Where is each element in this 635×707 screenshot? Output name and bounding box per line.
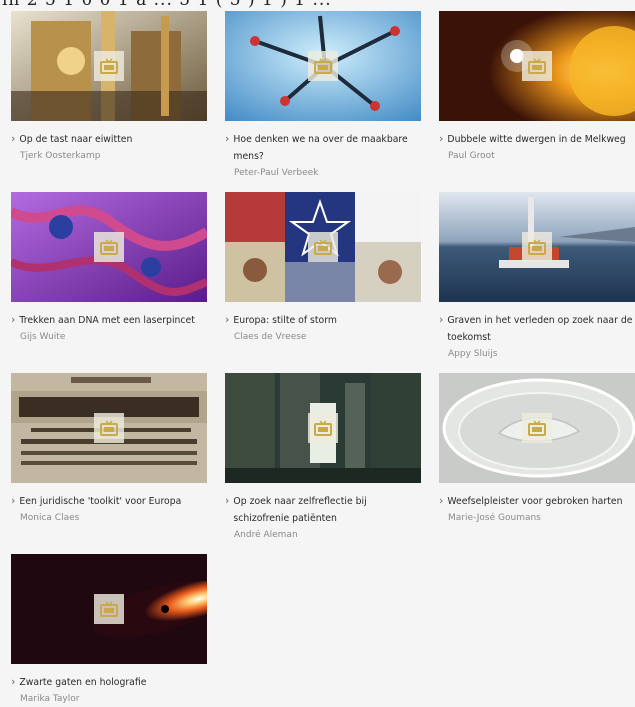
chevron-right-icon: › — [225, 494, 230, 507]
tv-play-icon[interactable] — [94, 232, 124, 262]
chevron-right-icon: › — [11, 313, 16, 326]
video-thumbnail[interactable] — [225, 11, 421, 121]
tv-play-icon[interactable] — [522, 51, 552, 81]
tv-play-icon[interactable] — [94, 413, 124, 443]
author-name: Gijs Wuite — [20, 332, 66, 342]
video-thumbnail[interactable] — [439, 11, 635, 121]
chevron-right-icon: › — [11, 675, 16, 688]
author-name: Tjerk Oosterkamp — [20, 151, 101, 161]
video-thumbnail[interactable] — [11, 554, 207, 664]
video-thumbnail[interactable] — [11, 11, 207, 121]
video-title-link[interactable]: › Op zoek naar zelfreflectie bij schizof… — [225, 493, 421, 527]
video-title-link[interactable]: › Dubbele witte dwergen in de Melkweg — [439, 131, 635, 148]
video-title-link[interactable]: › Zwarte gaten en holografie — [11, 674, 207, 691]
video-title-link[interactable]: › Een juridische 'toolkit' voor Europa — [11, 493, 207, 510]
video-card: › Op de tast naar eiwitten Tjerk Oosterk… — [11, 11, 207, 164]
video-card: › Trekken aan DNA met een laserpincet Gi… — [11, 192, 207, 345]
tv-play-icon[interactable] — [522, 413, 552, 443]
video-thumbnail[interactable] — [439, 192, 635, 302]
video-card: › Een juridische 'toolkit' voor Europa M… — [11, 373, 207, 526]
chevron-right-icon: › — [439, 494, 444, 507]
tv-play-icon[interactable] — [308, 51, 338, 81]
author-name: Appy Sluijs — [448, 349, 498, 359]
tv-play-icon[interactable] — [308, 413, 338, 443]
video-title-link[interactable]: › Trekken aan DNA met een laserpincet — [11, 312, 207, 329]
chevron-right-icon: › — [11, 132, 16, 145]
tv-play-icon[interactable] — [308, 232, 338, 262]
video-thumbnail[interactable] — [11, 373, 207, 483]
author-name: Peter-Paul Verbeek — [234, 168, 319, 178]
author-name: Claes de Vreese — [234, 332, 307, 342]
video-title-link[interactable]: › Europa: stilte of storm — [225, 312, 421, 329]
video-thumbnail[interactable] — [225, 373, 421, 483]
chevron-right-icon: › — [225, 132, 230, 145]
author-name: Paul Groot — [448, 151, 495, 161]
chevron-right-icon: › — [225, 313, 230, 326]
video-card: › Weefselpleister voor gebroken harten M… — [439, 373, 635, 526]
video-title-link[interactable]: › Op de tast naar eiwitten — [11, 131, 207, 148]
chevron-right-icon: › — [439, 313, 444, 326]
chevron-right-icon: › — [11, 494, 16, 507]
tv-play-icon[interactable] — [94, 51, 124, 81]
author-name: Monica Claes — [20, 513, 80, 523]
video-card: › Op zoek naar zelfreflectie bij schizof… — [225, 373, 421, 543]
video-card: › Graven in het verleden op zoek naar de… — [439, 192, 635, 362]
author-name: Marika Taylor — [20, 694, 80, 704]
cut-off-header-text: in 2 5 1 0 0 1 a ... 5 1 ( 5 ) 1 ) 1 ... — [0, 0, 635, 9]
tv-play-icon[interactable] — [94, 594, 124, 624]
video-card: › Europa: stilte of storm Claes de Vrees… — [225, 192, 421, 345]
video-thumbnail[interactable] — [225, 192, 421, 302]
video-title-link[interactable]: › Hoe denken we na over de maakbare mens… — [225, 131, 421, 165]
video-title-link[interactable]: › Weefselpleister voor gebroken harten — [439, 493, 635, 510]
video-title-link[interactable]: › Graven in het verleden op zoek naar de… — [439, 312, 635, 346]
video-card: › Dubbele witte dwergen in de Melkweg Pa… — [439, 11, 635, 164]
video-thumbnail[interactable] — [11, 192, 207, 302]
video-card: › Zwarte gaten en holografie Marika Tayl… — [11, 554, 207, 707]
chevron-right-icon: › — [439, 132, 444, 145]
tv-play-icon[interactable] — [522, 232, 552, 262]
video-thumbnail[interactable] — [439, 373, 635, 483]
author-name: André Aleman — [234, 530, 298, 540]
author-name: Marie-José Goumans — [448, 513, 541, 523]
video-card: › Hoe denken we na over de maakbare mens… — [225, 11, 421, 181]
